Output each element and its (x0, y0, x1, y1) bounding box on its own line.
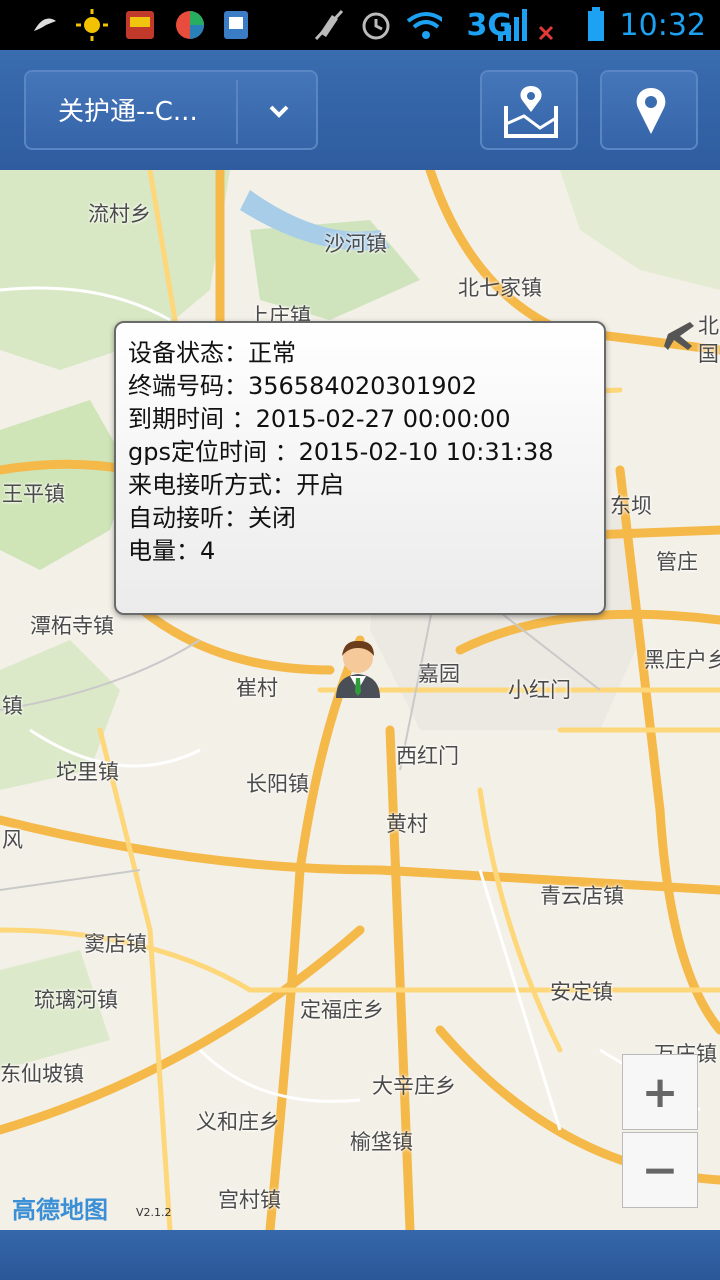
place-label: 安定镇 (550, 980, 613, 1004)
person-marker-icon[interactable] (330, 636, 386, 700)
notification-icons (30, 0, 260, 50)
place-label: 潭柘寺镇 (30, 614, 114, 638)
app-header: 关护通--C... (0, 50, 720, 170)
status-bar: 3G 10:32 (0, 0, 720, 50)
dropdown-divider (236, 80, 238, 144)
place-label: 西红门 (396, 744, 459, 768)
auto-answer-line: 自动接听：关闭 (128, 504, 296, 532)
place-label: 大辛庄乡 (372, 1074, 456, 1098)
gps-time-line: gps定位时间 ：2015-02-10 10:31:38 (128, 438, 554, 466)
place-label: 榆垡镇 (350, 1130, 413, 1154)
place-label: 窦店镇 (84, 932, 147, 956)
map-provider-logo: 高德地图 (12, 1196, 108, 1224)
map-view[interactable]: 流村乡 沙河镇 北七家镇 上庄镇 北 国 王平镇 东坝 管庄 潭柘寺镇 黑庄户乡… (0, 170, 720, 1230)
system-icons (312, 0, 442, 50)
place-label: 国 (698, 342, 719, 366)
location-pin-icon (636, 88, 666, 134)
map-version: V2.1.2 (136, 1206, 172, 1219)
bottom-bar (0, 1230, 720, 1280)
place-label: 琉璃河镇 (34, 988, 118, 1012)
place-label: 长阳镇 (246, 772, 309, 796)
place-label: 青云店镇 (540, 884, 624, 908)
map-fence-button[interactable] (480, 70, 578, 150)
place-label: 小红门 (508, 678, 571, 702)
place-label: 崔村 (236, 676, 278, 700)
place-label: 沙河镇 (324, 232, 387, 256)
map-fence-icon (504, 86, 558, 138)
place-label: 东坝 (610, 494, 652, 518)
chevron-down-icon (269, 105, 289, 118)
place-label: 镇 (2, 694, 23, 718)
place-label: 北 (698, 314, 719, 338)
place-label: 北七家镇 (458, 276, 542, 300)
place-label: 东仙坡镇 (0, 1062, 84, 1086)
place-label: 黑庄户乡 (644, 648, 720, 672)
place-label: 嘉园 (418, 662, 460, 686)
device-dropdown[interactable]: 关护通--C... (24, 70, 318, 150)
place-label: 管庄 (656, 550, 698, 574)
locate-button[interactable] (600, 70, 698, 150)
terminal-number-line: 终端号码：356584020301902 (128, 372, 478, 400)
place-label: 定福庄乡 (300, 998, 384, 1022)
place-label: 宫村镇 (218, 1188, 281, 1212)
zoom-out-button[interactable]: − (622, 1132, 698, 1208)
battery-line: 电量：4 (128, 537, 216, 565)
place-label: 黄村 (386, 812, 428, 836)
clock: 10:32 (619, 7, 706, 43)
signal-icons (496, 0, 606, 50)
device-dropdown-label: 关护通--C... (58, 97, 198, 127)
expiry-time-line: 到期时间 ：2015-02-27 00:00:00 (128, 405, 511, 433)
place-label: 风 (2, 828, 23, 852)
device-status-line: 设备状态：正常 (128, 339, 296, 367)
place-label: 流村乡 (88, 202, 151, 226)
call-answer-mode-line: 来电接听方式：开启 (128, 471, 344, 499)
device-info-popup: 设备状态：正常 终端号码：356584020301902 到期时间 ：2015-… (114, 321, 606, 615)
zoom-in-button[interactable]: + (622, 1054, 698, 1130)
place-label: 坨里镇 (56, 760, 119, 784)
place-label: 义和庄乡 (196, 1110, 280, 1134)
place-label: 王平镇 (2, 482, 65, 506)
